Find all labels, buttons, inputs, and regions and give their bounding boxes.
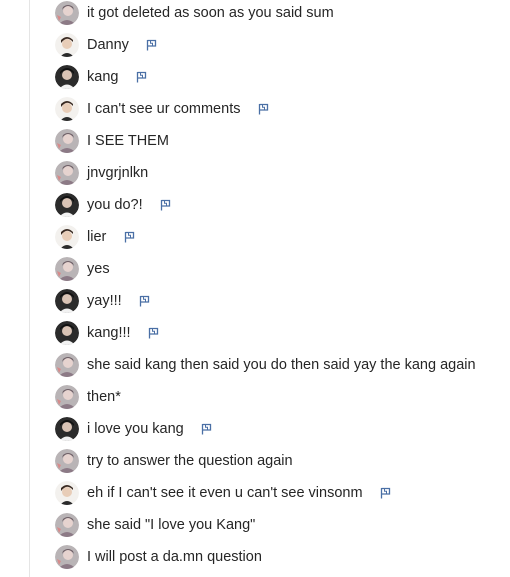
comment-row: I can't see ur comments — [55, 97, 270, 121]
comment-row: you do?! — [55, 193, 173, 217]
avatar[interactable] — [55, 97, 79, 121]
comment-text: jnvgrjnlkn — [87, 165, 149, 181]
avatar[interactable] — [55, 257, 79, 281]
avatar[interactable] — [55, 545, 79, 569]
avatar[interactable] — [55, 385, 79, 409]
flag-icon[interactable] — [122, 230, 136, 244]
avatar[interactable] — [55, 513, 79, 537]
comment-text: Danny — [87, 37, 129, 53]
comment-row: yes — [55, 257, 110, 281]
comment-text: yay!!! — [87, 293, 122, 309]
flag-icon[interactable] — [134, 70, 148, 84]
avatar[interactable] — [55, 193, 79, 217]
flag-icon[interactable] — [159, 198, 173, 212]
avatar[interactable] — [55, 1, 79, 25]
comment-row: Danny — [55, 33, 159, 57]
comment-row: jnvgrjnlkn — [55, 161, 148, 185]
avatar[interactable] — [55, 289, 79, 313]
avatar[interactable] — [55, 321, 79, 345]
comment-text: then* — [87, 389, 121, 405]
avatar[interactable] — [55, 33, 79, 57]
comment-text: I SEE THEM — [87, 133, 169, 149]
comment-text: she said kang then said you do then said… — [87, 357, 476, 373]
comment-row: kang!!! — [55, 321, 161, 345]
comment-text: i love you kang — [87, 421, 184, 437]
comment-text: she said "I love you Kang" — [87, 517, 256, 533]
thread-line — [29, 0, 30, 577]
comment-text: you do?! — [87, 197, 143, 213]
comment-row: kang — [55, 65, 148, 89]
avatar[interactable] — [55, 225, 79, 249]
comment-thread: it got deleted as soon as you said sum Da… — [0, 0, 510, 577]
avatar[interactable] — [55, 417, 79, 441]
avatar[interactable] — [55, 129, 79, 153]
comment-row: try to answer the question again — [55, 449, 293, 473]
flag-icon[interactable] — [138, 294, 152, 308]
comment-text: I can't see ur comments — [87, 101, 241, 117]
comment-row: she said "I love you Kang" — [55, 513, 255, 537]
comment-text: kang!!! — [87, 325, 131, 341]
comment-row: yay!!! — [55, 289, 152, 313]
comment-text: I will post a da.mn question — [87, 549, 262, 565]
comment-text: kang — [87, 69, 119, 85]
comment-text: it got deleted as soon as you said sum — [87, 5, 334, 21]
avatar[interactable] — [55, 161, 79, 185]
comment-row: eh if I can't see it even u can't see vi… — [55, 481, 393, 505]
flag-icon[interactable] — [147, 326, 161, 340]
comment-text: eh if I can't see it even u can't see vi… — [87, 485, 363, 501]
comment-row: i love you kang — [55, 417, 214, 441]
comment-text: try to answer the question again — [87, 453, 293, 469]
avatar[interactable] — [55, 353, 79, 377]
flag-icon[interactable] — [256, 102, 270, 116]
comment-row: I SEE THEM — [55, 129, 169, 153]
comment-row: I will post a da.mn question — [55, 545, 262, 569]
flag-icon[interactable] — [145, 38, 159, 52]
comment-row: then* — [55, 385, 121, 409]
avatar[interactable] — [55, 481, 79, 505]
comment-row: it got deleted as soon as you said sum — [55, 1, 334, 25]
flag-icon[interactable] — [200, 422, 214, 436]
comment-row: lier — [55, 225, 136, 249]
avatar[interactable] — [55, 449, 79, 473]
avatar[interactable] — [55, 65, 79, 89]
comment-text: lier — [87, 229, 107, 245]
flag-icon[interactable] — [379, 486, 393, 500]
comment-row: she said kang then said you do then said… — [55, 353, 476, 377]
comment-text: yes — [87, 261, 110, 277]
